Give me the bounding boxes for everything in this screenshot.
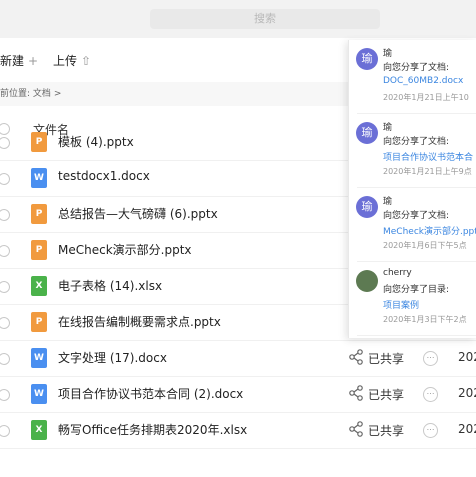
notification-item[interactable]: cherry 向您分享了目录: 项目案例 2020年1月3日下午2点 xyxy=(349,262,476,336)
top-bar: 搜索 xyxy=(0,0,476,39)
notification-time: 2020年1月6日下午5点 xyxy=(383,241,467,250)
row-select-radio[interactable] xyxy=(0,353,10,365)
more-options-icon[interactable]: ⋯ xyxy=(423,423,438,438)
row-select-radio[interactable] xyxy=(0,281,10,293)
row-select-radio[interactable] xyxy=(0,137,10,149)
notification-file[interactable]: DOC_60MB2.docx xyxy=(383,76,463,86)
new-button-label: 新建 xyxy=(0,54,25,68)
file-name[interactable]: 电子表格 (14).xlsx xyxy=(58,277,162,294)
new-button[interactable]: 新建 + xyxy=(0,52,38,69)
shared-status: 已共享 xyxy=(368,352,405,366)
shared-status: 已共享 xyxy=(368,424,405,438)
table-row[interactable]: W 项目合作协议书范本合同 (2).docx 已共享 ⋯ 202 xyxy=(0,377,476,413)
notification-sender: 瑜 xyxy=(383,123,393,133)
notification-file[interactable]: 项目案例 xyxy=(383,298,419,311)
row-select-radio[interactable] xyxy=(0,317,10,329)
ppt-file-icon: P xyxy=(31,204,47,224)
plus-icon: + xyxy=(28,54,39,68)
xls-file-icon: X xyxy=(31,276,47,296)
notification-time: 2020年1月3日下午2点 xyxy=(383,315,467,324)
doc-file-icon: W xyxy=(31,348,47,368)
file-name[interactable]: 在线报告编制概要需求点.pptx xyxy=(58,313,221,330)
chevron-right-icon: > xyxy=(53,89,62,99)
doc-file-icon: W xyxy=(31,168,47,188)
notification-item[interactable]: 瑜瑜向您分享了文档: MeCheck演示部分.ppt 2020年1月6日下午5点 xyxy=(349,188,476,262)
notification-message: 向您分享了文档: xyxy=(383,63,450,73)
breadcrumb-prefix: 前位置: xyxy=(0,89,31,99)
doc-file-icon: W xyxy=(31,384,47,404)
more-options-icon[interactable]: ⋯ xyxy=(423,351,438,366)
notification-message: 向您分享了文档: xyxy=(383,137,450,147)
file-name[interactable]: 总结报告—大气磅礴 (6).pptx xyxy=(58,205,218,222)
table-row[interactable]: W 文字处理 (17).docx 已共享 ⋯ 202 xyxy=(0,341,476,377)
ppt-file-icon: P xyxy=(31,240,47,260)
share-icon[interactable] xyxy=(349,349,363,365)
xls-file-icon: X xyxy=(31,420,47,440)
ppt-file-icon: P xyxy=(31,312,47,332)
avatar xyxy=(356,270,378,292)
upload-icon: ⇧ xyxy=(81,54,92,68)
avatar: 瑜 xyxy=(356,48,378,70)
avatar: 瑜 xyxy=(356,122,378,144)
notification-time: 2020年1月21日上午10 xyxy=(383,93,469,102)
file-name[interactable]: 项目合作协议书范本合同 (2).docx xyxy=(58,385,243,402)
row-select-radio[interactable] xyxy=(0,209,10,221)
breadcrumb-current[interactable]: 文档 xyxy=(33,89,51,99)
notification-message: 向您分享了文档: xyxy=(383,211,450,221)
notification-item[interactable]: 瑜瑜向您分享了文档: DOC_60MB2.docx 2020年1月21日上午10 xyxy=(349,40,476,114)
file-name[interactable]: 畅写Office任务排期表2020年.xlsx xyxy=(58,421,247,438)
more-options-icon[interactable]: ⋯ xyxy=(423,387,438,402)
notification-sender: 瑜 xyxy=(383,197,393,207)
notification-time: 2020年1月21日上午9点 xyxy=(383,167,472,176)
notification-sender: cherry xyxy=(383,268,412,278)
notification-file[interactable]: MeCheck演示部分.ppt xyxy=(383,224,476,237)
table-row[interactable]: X 畅写Office任务排期表2020年.xlsx 已共享 ⋯ 202 xyxy=(0,413,476,449)
row-select-radio[interactable] xyxy=(0,425,10,437)
notification-message: 向您分享了目录: xyxy=(383,285,450,295)
ppt-file-icon: P xyxy=(31,132,47,152)
file-name[interactable]: MeCheck演示部分.pptx xyxy=(58,241,192,258)
file-name[interactable]: 文字处理 (17).docx xyxy=(58,349,167,366)
upload-button[interactable]: 上传 ⇧ xyxy=(53,52,91,69)
avatar: 瑜 xyxy=(356,196,378,218)
upload-button-label: 上传 xyxy=(53,54,78,68)
notification-divider xyxy=(357,335,476,336)
file-name[interactable]: 模板 (4).pptx xyxy=(58,133,134,150)
file-name[interactable]: testdocx1.docx xyxy=(58,169,150,183)
search-input[interactable]: 搜索 xyxy=(150,9,380,29)
row-select-radio[interactable] xyxy=(0,245,10,257)
notification-panel: 瑜瑜向您分享了文档: DOC_60MB2.docx 2020年1月21日上午10 瑜瑜… xyxy=(348,40,476,338)
row-divider xyxy=(0,448,476,449)
shared-status: 已共享 xyxy=(368,388,405,402)
notification-file[interactable]: 项目合作协议书范本合 xyxy=(383,150,473,163)
row-select-radio[interactable] xyxy=(0,389,10,401)
notification-item[interactable]: 瑜瑜向您分享了文档: 项目合作协议书范本合 2020年1月21日上午9点 xyxy=(349,114,476,188)
share-icon[interactable] xyxy=(349,421,363,437)
modified-date: 202 xyxy=(458,386,476,400)
modified-date: 202 xyxy=(458,422,476,436)
share-icon[interactable] xyxy=(349,385,363,401)
modified-date: 202 xyxy=(458,350,476,364)
row-select-radio[interactable] xyxy=(0,173,10,185)
notification-sender: 瑜 xyxy=(383,49,393,59)
